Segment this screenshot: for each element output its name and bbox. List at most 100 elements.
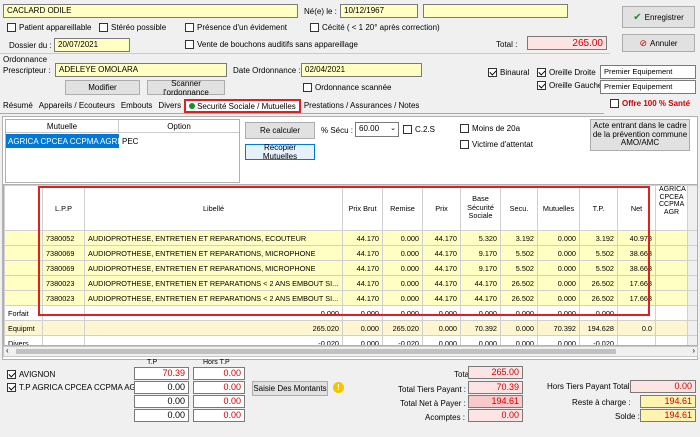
tab-securite-sociale[interactable]: Securité Sociale / Mutuelles — [184, 99, 301, 113]
mutuelle-row-option[interactable]: PEC — [119, 134, 239, 148]
table-row[interactable]: 7380023 AUDIOPROTHESE, ENTRETIEN ET REPAR… — [4, 290, 697, 306]
evidement-checkbox[interactable]: Présence d'un évidement — [185, 23, 287, 32]
table-cell: 0.000 — [537, 260, 580, 276]
table-cell: 0.000 — [382, 260, 423, 276]
tab-resume[interactable]: Résumé — [0, 99, 36, 113]
saisie-montants-button[interactable]: Saisie Des Montants — [252, 381, 328, 396]
table-cell: 44.170 — [422, 245, 461, 261]
hors-tp-total-value: 0.00 — [630, 380, 696, 393]
enregistrer-button[interactable]: ✔ Enregistrer — [622, 6, 695, 28]
table-row[interactable]: Divers -0.020 0.000 -0.020 0.000 0.000 0.000 0.… — [4, 335, 697, 345]
solde-label: Solde : — [615, 412, 640, 421]
recalculer-button[interactable]: Re calculer — [245, 122, 315, 139]
table-cell: 0.000 — [500, 320, 538, 336]
birthdate-field[interactable]: 10/12/1967 — [340, 4, 418, 18]
table-cell: 44.170 — [422, 230, 461, 246]
equipement-og-field[interactable]: Premier Equipement — [600, 80, 696, 94]
scrollbar-vertical[interactable] — [687, 185, 697, 231]
table-cell: 0.000 — [382, 230, 423, 246]
table-cell: 5.502 — [500, 245, 538, 261]
victime-attentat-checkbox[interactable]: Victime d'attentat — [460, 140, 533, 149]
prevention-amo-amc-button[interactable]: Acte entrant dans le cadre de la prévent… — [590, 119, 690, 151]
moins-20a-checkbox[interactable]: Moins de 20a — [460, 124, 520, 133]
ordonnance-scannee-checkbox[interactable]: Ordonnance scannée — [303, 83, 392, 92]
table-row[interactable]: 7380052 AUDIOPROTHESE, ENTRETIEN ET REPAR… — [4, 230, 697, 246]
tab-prestations[interactable]: Prestations / Assurances / Notes — [301, 99, 423, 113]
tab-appareils[interactable]: Appareils / Ecouteurs — [36, 99, 118, 113]
mutuelle-row-name[interactable]: AGRICA CPCEA CCPMA AGRI ... — [6, 134, 119, 148]
tp-value-4[interactable]: 0.00 — [134, 409, 189, 422]
col-prix-brut: Prix Brut — [342, 185, 383, 231]
offre-100-sante-checkbox[interactable]: Offre 100 % Santé — [610, 99, 690, 108]
hors-tp-value-3[interactable]: 0.00 — [193, 395, 245, 408]
table-cell: 70.392 — [537, 320, 580, 336]
table-cell: 26.502 — [579, 290, 618, 306]
table-cell: 3.192 — [579, 230, 618, 246]
table-cell: 0.000 — [342, 305, 383, 321]
recopier-mutuelles-button[interactable]: Recopier Mutuelles — [245, 143, 315, 161]
total-value: 265.00 — [527, 36, 607, 50]
avignon-checkbox[interactable]: AVIGNON — [7, 370, 55, 379]
bouchons-checkbox[interactable]: Vente de bouchons auditifs sans appareil… — [185, 40, 358, 49]
oreille-gauche-checkbox[interactable]: Oreille Gauche — [537, 81, 602, 90]
modifier-button[interactable]: Modifier — [65, 80, 140, 95]
table-row[interactable]: Equipmt 265.020 0.000 265.020 0.000 70.392 0.0… — [4, 320, 697, 336]
c2s-checkbox[interactable]: C.2.S — [403, 125, 435, 134]
mutuelle-header: Mutuelle — [6, 120, 119, 133]
table-cell: 0.000 — [537, 305, 580, 321]
col-net: Net — [617, 185, 656, 231]
tp-agrica-checkbox[interactable]: T.P AGRICA CPCEA CCPMA AGR — [7, 383, 137, 392]
table-cell: 70.392 — [460, 320, 501, 336]
table-cell — [42, 305, 85, 321]
chevron-down-icon: ⌄ — [390, 125, 396, 132]
table-cell — [42, 335, 85, 345]
dossier-date-field[interactable]: 20/07/2021 — [54, 38, 130, 52]
equipement-od-field[interactable]: Premier Equipement — [600, 65, 696, 79]
table-cell: -0.020 — [579, 335, 618, 345]
patient-extra-field[interactable] — [423, 4, 568, 18]
table-cell: AUDIOPROTHESE, ENTRETIEN ET REPARATIONS … — [84, 275, 343, 291]
table-cell: 0.0 — [617, 320, 656, 336]
prescripteur-label: Prescripteur : — [3, 66, 51, 75]
tp-value-3[interactable]: 0.00 — [134, 395, 189, 408]
table-cell: 194.628 — [579, 320, 618, 336]
hors-tp-value-2[interactable]: 0.00 — [193, 381, 245, 394]
table-row[interactable]: 7380069 AUDIOPROTHESE, ENTRETIEN ET REPAR… — [4, 245, 697, 261]
date-ordonnance-field[interactable]: 02/04/2021 — [301, 63, 422, 77]
hors-tp-value-4[interactable]: 0.00 — [193, 409, 245, 422]
table-cell: AUDIOPROTHESE, ENTRETIEN ET REPARATIONS,… — [84, 245, 343, 261]
bottom-total-value: 265.00 — [468, 366, 523, 379]
table-row[interactable]: Forfait 0.000 0.000 0.000 0.000 0.000 0.000 0.0… — [4, 305, 697, 321]
tab-embouts[interactable]: Embouts — [118, 99, 156, 113]
appareillable-checkbox[interactable]: Patient appareillable — [7, 23, 92, 32]
hors-tp-value-1[interactable]: 0.00 — [193, 367, 245, 380]
prescripteur-field[interactable]: ADELEYE OMOLARA — [55, 63, 227, 77]
acomptes-label: Acomptes : — [425, 413, 466, 422]
annuler-button[interactable]: ⊘ Annuler — [622, 34, 695, 52]
oreille-droite-checkbox[interactable]: Oreille Droite — [537, 68, 596, 77]
binaural-checkbox[interactable]: Binaural — [488, 68, 529, 77]
table-cell: 0.000 — [382, 245, 423, 261]
tp-value-2[interactable]: 0.00 — [134, 381, 189, 394]
patient-name-field[interactable]: CACLARD ODILE — [3, 4, 298, 18]
row-label: Forfait — [4, 305, 43, 321]
table-cell: 0.000 — [422, 305, 461, 321]
info-icon[interactable]: ! — [333, 382, 344, 393]
table-cell: 0.000 — [382, 275, 423, 291]
scanner-button[interactable]: Scanner l'ordonnance — [147, 79, 225, 97]
secu-select[interactable]: 60.00 ⌄ — [355, 122, 399, 137]
table-cell: 7380052 — [42, 230, 85, 246]
date-ordonnance-label: Date Ordonnance : — [233, 66, 301, 75]
scrollbar-horizontal[interactable]: ‹ › — [3, 346, 698, 357]
tab-divers[interactable]: Divers — [155, 99, 184, 113]
stereo-checkbox[interactable]: Stéréo possible — [99, 23, 166, 32]
tp-value-1[interactable]: 70.39 — [134, 367, 189, 380]
table-row[interactable]: 7380069 AUDIOPROTHESE, ENTRETIEN ET REPAR… — [4, 260, 697, 276]
col-lpp: L.P.P — [42, 185, 85, 231]
table-cell: 44.170 — [422, 260, 461, 276]
table-cell: 0.000 — [537, 290, 580, 306]
total-net-value: 194.61 — [468, 395, 523, 408]
table-row[interactable]: 7380023 AUDIOPROTHESE, ENTRETIEN ET REPAR… — [4, 275, 697, 291]
scrollbar-thumb[interactable] — [16, 349, 616, 354]
cecite-checkbox[interactable]: Cécité ( < 1 20° après correction) — [310, 23, 440, 32]
